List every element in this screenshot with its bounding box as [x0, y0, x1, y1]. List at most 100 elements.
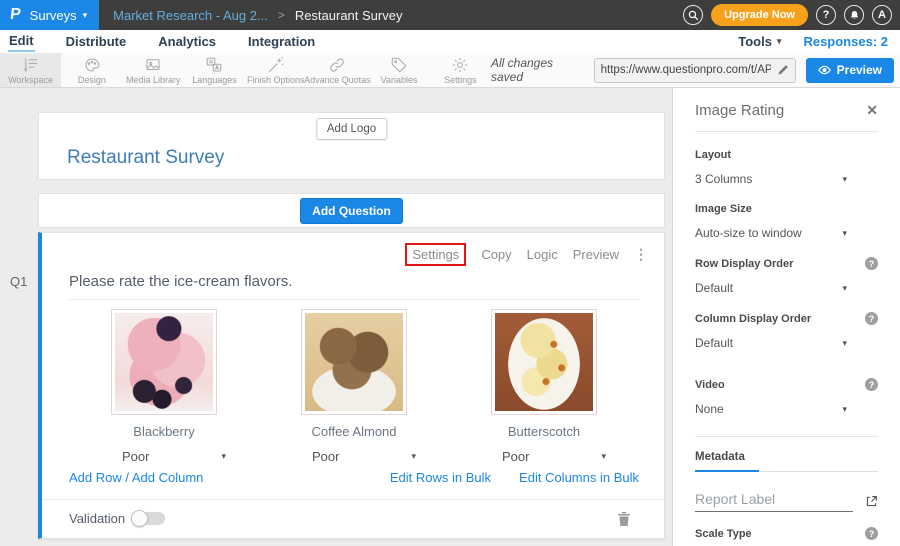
item-label[interactable]: Butterscotch [508, 424, 580, 439]
help-icon[interactable]: ? [865, 378, 878, 391]
divider [695, 131, 878, 132]
layout-select[interactable]: 3 Columns ▾ [695, 172, 847, 186]
responses-count[interactable]: Responses: 2 [803, 34, 888, 49]
tools-menu[interactable]: Tools ▾ [738, 34, 781, 49]
question-text[interactable]: Please rate the ice-cream flavors. [69, 273, 292, 290]
edit-columns-bulk-link[interactable]: Edit Columns in Bulk [519, 470, 639, 485]
surveys-menu[interactable]: Surveys ▾ [30, 8, 88, 23]
butterscotch-image[interactable] [491, 309, 597, 415]
tab-integration[interactable]: Integration [247, 32, 316, 51]
edit-rows-bulk-link[interactable]: Edit Rows in Bulk [390, 470, 491, 485]
toolbar-label: Settings [444, 75, 477, 85]
scale-type-label: Scale Type [695, 528, 752, 540]
select-value: Default [695, 336, 733, 350]
video-select[interactable]: None ▾ [695, 402, 847, 416]
toolbar-item-workspace[interactable]: Workspace [0, 53, 61, 87]
toolbar-label: Media Library [126, 75, 181, 85]
image-size-select[interactable]: Auto-size to window ▾ [695, 226, 847, 240]
question-logic-button[interactable]: Logic [527, 247, 558, 262]
blackberry-image[interactable] [111, 309, 217, 415]
upgrade-now-button[interactable]: Upgrade Now [711, 4, 808, 26]
help-icon[interactable]: ? [865, 257, 878, 270]
breadcrumb-separator-icon: > [278, 8, 285, 22]
column-display-order-select[interactable]: Default ▾ [695, 336, 847, 350]
top-bar: P Surveys ▾ Market Research - Aug 2... >… [0, 0, 900, 30]
search-button[interactable] [683, 5, 703, 25]
validation-toggle[interactable] [133, 512, 165, 525]
coffee-almond-ice-cream-photo [305, 313, 403, 411]
toolbar-item-design[interactable]: Design [61, 53, 122, 87]
row-display-order-select[interactable]: Default ▾ [695, 281, 847, 295]
help-button[interactable]: ? [816, 5, 836, 25]
tab-edit[interactable]: Edit [8, 31, 35, 52]
select-value: 3 Columns [695, 172, 752, 186]
close-icon[interactable]: ✕ [866, 102, 878, 119]
panel-title: Image Rating [695, 102, 784, 119]
survey-editor: Add Logo Restaurant Survey Add Question … [0, 88, 672, 546]
toolbar-item-finish-options[interactable]: Finish Options [245, 53, 306, 87]
report-label-input[interactable] [695, 489, 853, 512]
rating-column-butterscotch: Butterscotch Poor ▾ [449, 309, 639, 464]
help-icon[interactable]: ? [865, 527, 878, 540]
field-image-size: Image Size Auto-size to window ▾ [695, 203, 878, 240]
question-card[interactable]: Settings Copy Logic Preview ⋮ Please rat… [38, 232, 665, 539]
more-options-icon[interactable]: ⋮ [634, 246, 648, 263]
save-status: All changes saved [491, 56, 584, 84]
chevron-down-icon: ▾ [221, 452, 226, 461]
chevron-down-icon: ▾ [777, 37, 782, 46]
survey-url-input[interactable] [601, 64, 771, 76]
question-settings-button[interactable]: Settings [405, 243, 466, 266]
add-logo-button[interactable]: Add Logo [316, 118, 387, 140]
tab-distribute[interactable]: Distribute [65, 32, 128, 51]
toolbar-item-languages[interactable]: Languages [184, 53, 245, 87]
rating-value: Poor [502, 449, 529, 464]
chevron-down-icon: ▾ [842, 229, 847, 238]
main-nav: Edit Distribute Analytics Integration To… [0, 30, 900, 53]
bell-icon [849, 10, 860, 21]
tab-metadata[interactable]: Metadata [695, 451, 759, 472]
surveys-menu-label: Surveys [30, 8, 77, 23]
toolbar-right: All changes saved Preview [491, 53, 900, 87]
scale-type-row: Scale Type ? [695, 527, 878, 540]
rating-dropdown-blackberry[interactable]: Poor ▾ [122, 449, 226, 464]
breadcrumb-folder[interactable]: Market Research - Aug 2... [113, 8, 268, 23]
notifications-button[interactable] [844, 5, 864, 25]
expand-button[interactable] [865, 495, 878, 512]
add-row-column-link[interactable]: Add Row / Add Column [69, 470, 203, 485]
questionpro-logo[interactable]: P [9, 6, 22, 24]
toolbar-item-media-library[interactable]: Media Library [123, 53, 184, 87]
delete-question-button[interactable] [617, 511, 631, 527]
question-copy-button[interactable]: Copy [481, 247, 511, 262]
toolbar-item-variables[interactable]: Variables [368, 53, 429, 87]
rating-dropdown-butterscotch[interactable]: Poor ▾ [502, 449, 606, 464]
field-row-display-order: Row Display Order ? Default ▾ [695, 257, 878, 295]
toolbar-label: Workspace [8, 75, 53, 85]
preview-button[interactable]: Preview [806, 58, 894, 83]
item-label[interactable]: Blackberry [133, 424, 194, 439]
select-value: None [695, 402, 724, 416]
chevron-down-icon: ▾ [83, 11, 88, 20]
divider [69, 299, 639, 300]
item-label[interactable]: Coffee Almond [311, 424, 396, 439]
chevron-down-icon: ▾ [601, 452, 606, 461]
field-label: Layout [695, 149, 731, 161]
coffee-almond-image[interactable] [301, 309, 407, 415]
toolbar-item-advance-quotas[interactable]: Advance Quotas [306, 53, 368, 87]
field-layout: Layout 3 Columns ▾ [695, 149, 878, 186]
add-question-button[interactable]: Add Question [300, 198, 403, 224]
rating-dropdown-coffee-almond[interactable]: Poor ▾ [312, 449, 416, 464]
question-preview-button[interactable]: Preview [573, 247, 619, 262]
help-icon[interactable]: ? [865, 312, 878, 325]
edit-toolbar: Workspace Design Media Library Languages… [0, 53, 900, 88]
trash-icon [617, 511, 631, 527]
bulk-edit-links: Edit Rows in Bulk Edit Columns in Bulk [390, 470, 639, 485]
avatar[interactable]: A [872, 5, 892, 25]
metadata-tabs: Metadata [695, 437, 878, 472]
validation-control: Validation [69, 511, 165, 526]
pencil-icon[interactable] [777, 64, 789, 76]
tab-analytics[interactable]: Analytics [157, 32, 217, 51]
toolbar-item-settings[interactable]: Settings [430, 53, 491, 87]
breadcrumb-current: Restaurant Survey [295, 8, 403, 23]
chevron-down-icon: ▾ [842, 405, 847, 414]
survey-title[interactable]: Restaurant Survey [67, 147, 224, 169]
